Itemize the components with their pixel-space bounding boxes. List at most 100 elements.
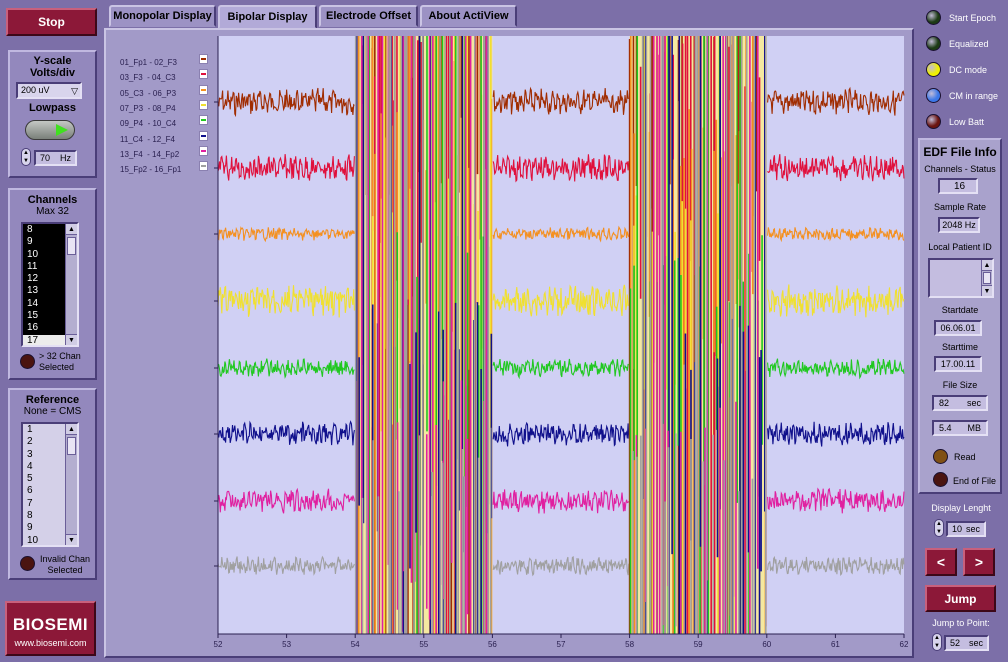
- filesize-mb-unit: MB: [967, 423, 982, 433]
- legend-item: 03_F3 - 04_C3: [120, 67, 212, 83]
- x-tick-label: 60: [762, 640, 771, 649]
- legend-item: 09_P4 - 10_C4: [120, 113, 212, 128]
- edf-panel: EDF File Info Channels - Status 16 Sampl…: [918, 138, 1002, 494]
- read-label: Read: [954, 452, 976, 462]
- scroll-down-icon[interactable]: ▼: [66, 534, 77, 545]
- jump-button[interactable]: Jump: [925, 585, 996, 612]
- jump-point-field[interactable]: 52 sec: [944, 635, 989, 651]
- patient-id-scroll-thumb[interactable]: [983, 272, 991, 284]
- channels-list[interactable]: 8 9 10 11 12 13 14 15 16 17 ▲ ▼: [21, 222, 79, 347]
- display-length-unit: sec: [965, 524, 980, 534]
- invalid-chan-label: Invalid Chan Selected: [39, 554, 91, 575]
- scroll-down-icon[interactable]: ▼: [982, 285, 992, 296]
- status-led-low-batt: [926, 114, 941, 129]
- scroll-up-icon[interactable]: ▲: [66, 224, 77, 235]
- legend-item: 11_C4 - 12_F4: [120, 129, 212, 144]
- over-32-chan-label: > 32 Chan Selected: [39, 351, 81, 372]
- eeg-plot-background: [218, 36, 904, 634]
- biosemi-logo: BIOSEMI www.biosemi.com: [5, 601, 96, 656]
- x-tick-label: 54: [351, 640, 360, 649]
- logo-url: www.biosemi.com: [14, 638, 87, 648]
- starttime-label: Starttime: [941, 342, 978, 352]
- play-icon: [56, 124, 68, 136]
- next-button[interactable]: >: [963, 548, 995, 576]
- tab-bipolar-display[interactable]: Bipolar Display: [218, 5, 317, 29]
- channels-status-label: Channels - Status: [924, 164, 996, 174]
- scroll-up-icon[interactable]: ▲: [66, 424, 77, 435]
- starttime-field: 17.00.11: [934, 356, 982, 372]
- status-led-label: Start Epoch: [949, 13, 997, 23]
- startdate-field: 06.06.01: [934, 320, 982, 336]
- logo-text: BIOSEMI: [12, 615, 89, 634]
- read-led: [933, 449, 948, 464]
- reference-subtitle: None = CMS: [23, 406, 82, 417]
- channels-title: Channels: [27, 194, 78, 206]
- lowpass-stepper[interactable]: ▲ ▼: [21, 148, 31, 166]
- filesize-sec-unit: sec: [966, 398, 981, 408]
- legend-label: 11_C4 - 12_F4: [120, 134, 175, 144]
- chevron-down-icon: ▽: [71, 86, 78, 96]
- filesize-sec-field: 82 sec: [932, 395, 988, 411]
- reference-list[interactable]: 1 2 3 4 5 6 7 8 9 10 ▲ ▼: [21, 422, 79, 547]
- patient-id-scrollbar[interactable]: ▲ ▼: [981, 260, 992, 296]
- sample-rate-label: Sample Rate: [933, 202, 987, 212]
- x-tick-label: 53: [282, 640, 291, 649]
- end-of-file-label: End of File: [953, 476, 997, 486]
- legend-label: 07_P3 - 08_P4: [120, 103, 176, 113]
- stop-button[interactable]: Stop: [6, 8, 97, 36]
- reference-scroll-thumb[interactable]: [67, 437, 76, 455]
- channels-scrollbar[interactable]: ▲ ▼: [65, 224, 77, 345]
- y-axis-ticks: [214, 101, 218, 567]
- jump-point-value: 52: [950, 638, 961, 648]
- channels-panel: Channels Max 32 8 9 10 11 12 13 14 15 16 17 ▲ ▼ >…: [8, 188, 97, 380]
- legend-label: 15_Fp2 - 16_Fp1: [120, 165, 182, 175]
- startdate-label: Startdate: [941, 305, 979, 315]
- x-tick-label: 57: [557, 640, 566, 649]
- status-led-label: DC mode: [949, 65, 988, 75]
- filesize-mb-field: 5.4 MB: [932, 420, 988, 436]
- status-led-label: Low Batt: [949, 117, 985, 127]
- x-tick-label: 62: [900, 640, 908, 649]
- patient-id-field[interactable]: ▲ ▼: [928, 258, 994, 298]
- jump-point-unit: sec: [968, 638, 983, 648]
- legend-label: 01_Fp1 - 02_F3: [120, 58, 177, 67]
- legend-label: 03_F3 - 04_C3: [120, 73, 176, 83]
- tab-about-actiview[interactable]: About ActiView: [420, 5, 517, 27]
- display-length-field[interactable]: 10 sec: [946, 521, 986, 537]
- reference-scrollbar[interactable]: ▲ ▼: [65, 424, 77, 545]
- x-tick-label: 59: [694, 640, 703, 649]
- lowpass-field[interactable]: 70 Hz: [34, 150, 77, 166]
- jump-to-point-label: Jump to Point:: [932, 618, 990, 628]
- channels-status-field: 16: [938, 178, 978, 194]
- edf-title: EDF File Info: [923, 145, 997, 159]
- scroll-up-icon[interactable]: ▲: [982, 260, 992, 271]
- invalid-chan-led: [20, 556, 35, 571]
- status-led-start-epoch: [926, 10, 941, 25]
- yscale-dropdown[interactable]: 200 uV ▽: [16, 82, 82, 99]
- x-tick-label: 58: [625, 640, 634, 649]
- legend-item: 13_F4 - 14_Fp2: [120, 144, 212, 159]
- filesize-sec-value: 82: [939, 398, 950, 408]
- scroll-down-icon[interactable]: ▼: [66, 334, 77, 345]
- lowpass-value: 70: [40, 153, 51, 163]
- status-led-equalized: [926, 36, 941, 51]
- legend-item: 05_C3 - 06_P3: [120, 83, 212, 98]
- x-axis-ticks: 52 53 54 55 56 57 58 59 60 61 62: [214, 634, 908, 649]
- patient-id-label: Local Patient ID: [928, 242, 992, 252]
- legend: 01_Fp1 - 02_F3 03_F3 - 04_C3 05_C3 - 06_P3…: [120, 52, 212, 186]
- tab-electrode-offset[interactable]: Electrode Offset: [319, 5, 418, 27]
- channels-scroll-thumb[interactable]: [67, 237, 76, 255]
- display-length-stepper[interactable]: ▲ ▼: [934, 519, 944, 537]
- legend-label: 05_C3 - 06_P3: [120, 88, 177, 98]
- lowpass-toggle[interactable]: [25, 120, 75, 140]
- filesize-mb-value: 5.4: [939, 423, 952, 433]
- lowpass-unit: Hz: [60, 153, 71, 163]
- filesize-label: File Size: [942, 380, 978, 390]
- reference-panel: Reference None = CMS 1 2 3 4 5 6 7 8 9 10 ▲ ▼ Inv…: [8, 388, 97, 580]
- yscale-value: 200 uV: [21, 85, 50, 95]
- jump-point-stepper[interactable]: ▲ ▼: [932, 633, 942, 651]
- yscale-panel: Y-scale Volts/div 200 uV ▽ Lowpass ▲ ▼ 70…: [8, 50, 97, 178]
- yscale-title: Y-scale Volts/div: [29, 55, 76, 79]
- previous-button[interactable]: <: [925, 548, 957, 576]
- tab-monopolar-display[interactable]: Monopolar Display: [109, 5, 216, 27]
